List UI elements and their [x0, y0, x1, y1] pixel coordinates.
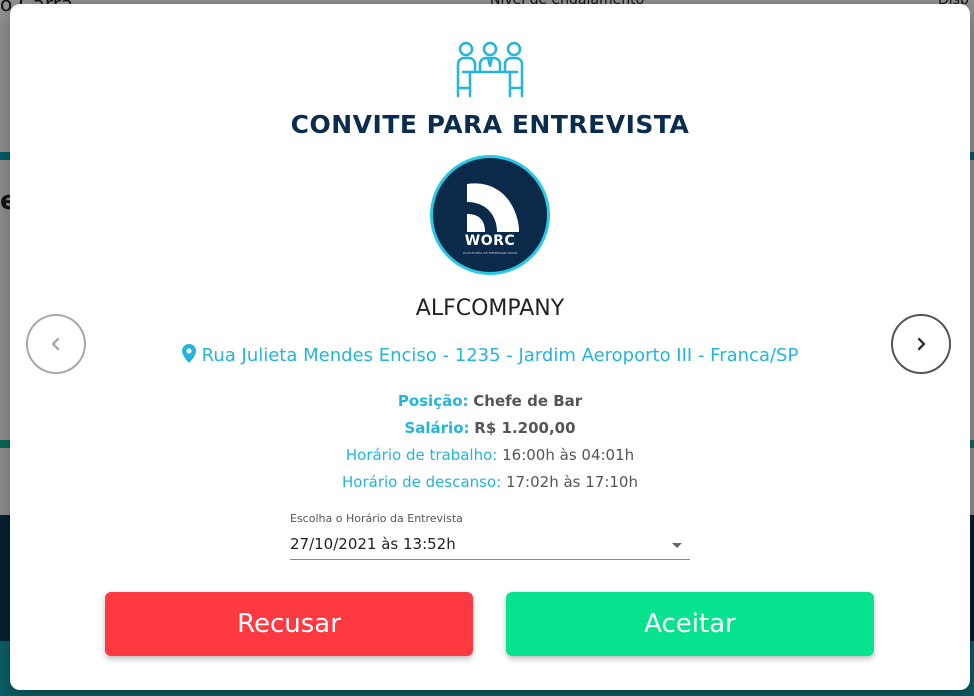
company-address[interactable]: Rua Julieta Mendes Enciso - 1235 - Jardi…: [10, 344, 970, 366]
chevron-left-icon: [51, 337, 60, 351]
location-pin-icon: [181, 344, 196, 363]
detail-work-hours: Horário de trabalho: 16:00h às 04:01h: [10, 446, 970, 464]
detail-label: Salário:: [404, 419, 470, 437]
detail-value: 16:00h às 04:01h: [502, 446, 635, 464]
interview-time-value: 27/10/2021 às 13:52h: [290, 535, 456, 553]
company-logo: WORC PLATAFORMA DE EMPREGABILIDADE: [430, 155, 550, 275]
previous-button[interactable]: [26, 314, 86, 374]
interview-invite-modal: CONVITE PARA ENTREVISTA WORC PLATAFORMA …: [10, 4, 970, 690]
detail-label: Horário de trabalho:: [345, 446, 498, 464]
logo-wordmark: WORC: [464, 233, 516, 249]
detail-value: Chefe de Bar: [473, 392, 583, 410]
detail-label: Horário de descanso:: [342, 473, 502, 491]
detail-rest-hours: Horário de descanso: 17:02h às 17:10h: [10, 473, 970, 491]
chevron-right-icon: [917, 337, 926, 351]
interview-time-select[interactable]: 27/10/2021 às 13:52h: [290, 530, 690, 560]
accept-button[interactable]: Aceitar: [506, 592, 874, 656]
company-name: ALFCOMPANY: [415, 296, 565, 321]
dropdown-caret-icon: [672, 543, 682, 548]
detail-salary: Salário: R$ 1.200,00: [10, 419, 970, 437]
detail-label: Posição:: [397, 392, 469, 410]
address-text: Rua Julieta Mendes Enciso - 1235 - Jardi…: [201, 345, 799, 366]
team-meeting-icon: [456, 41, 524, 98]
interview-time-label: Escolha o Horário da Entrevista: [290, 512, 463, 525]
detail-value: 17:02h às 17:10h: [505, 473, 638, 491]
detail-value: R$ 1.200,00: [474, 419, 576, 437]
detail-position: Posição: Chefe de Bar: [10, 392, 970, 410]
modal-title: CONVITE PARA ENTREVISTA: [290, 110, 690, 139]
next-button[interactable]: [891, 314, 951, 374]
reject-button[interactable]: Recusar: [105, 592, 473, 656]
logo-tagline: PLATAFORMA DE EMPREGABILIDADE: [462, 251, 518, 255]
